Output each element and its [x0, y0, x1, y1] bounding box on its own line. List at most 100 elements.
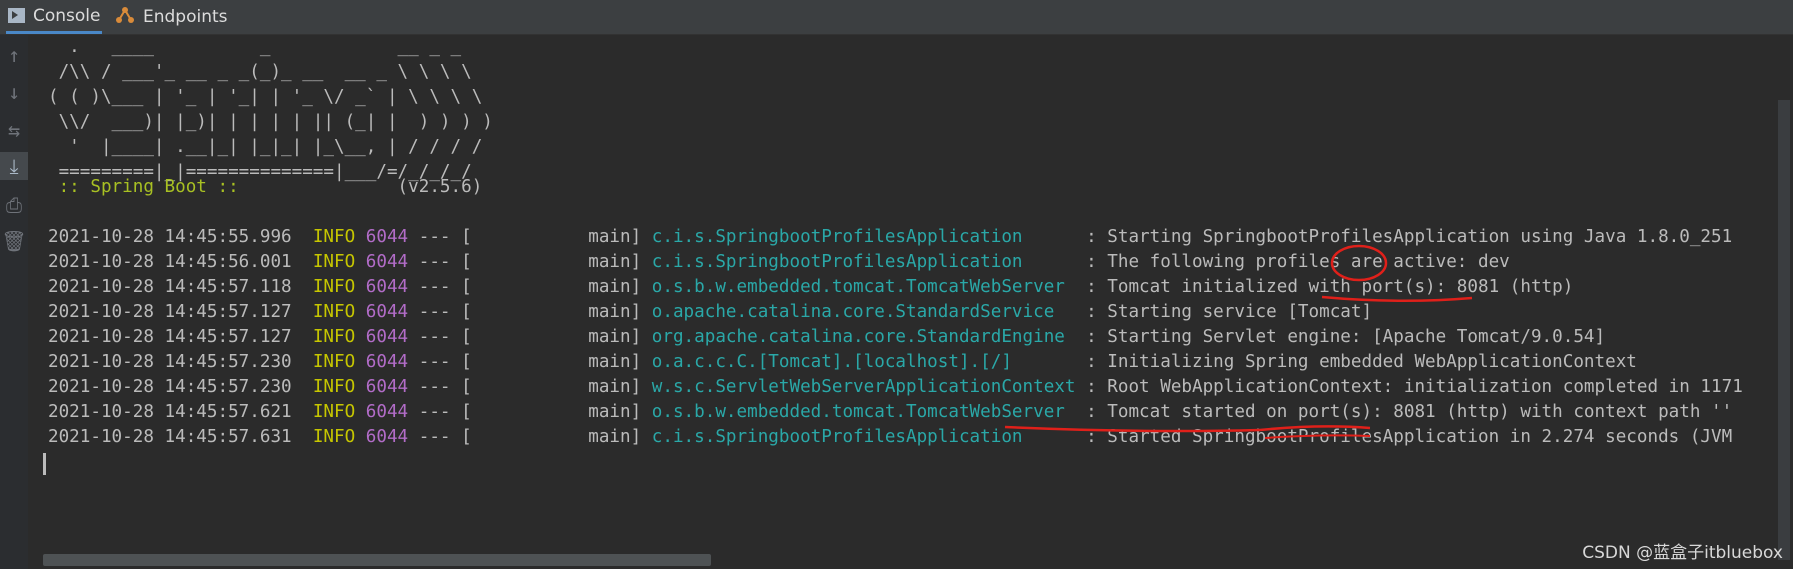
banner-line: . ____ _ __ _ _ [48, 37, 462, 57]
banner-line: \\/ ___)| |_)| | | | | || (_| | ) ) ) ) [48, 112, 493, 132]
log-date: 2021-10-28 14:45:57.230 [48, 352, 292, 372]
log-logger: o.a.c.c.C.[Tomcat].[localhost].[/] [651, 352, 1076, 372]
log-message: : Starting Servlet engine: [Apache Tomca… [1075, 327, 1606, 347]
log-level: INFO [312, 227, 356, 247]
spring-boot-version-line: :: Spring Boot :: (v2.5.6) [48, 175, 483, 200]
log-message: : Starting service [Tomcat] [1075, 302, 1373, 322]
tab-endpoints[interactable]: Endpoints [115, 0, 235, 34]
log-line: 2021-10-28 14:45:55.996 INFO 6044 --- [ … [48, 225, 1732, 250]
log-level: INFO [312, 302, 356, 322]
log-thread: --- [ main] [408, 352, 652, 372]
log-message: : Tomcat initialized with port(s): 8081 … [1075, 277, 1574, 297]
log-message: : The following profiles are active: dev [1075, 252, 1510, 272]
log-message: : Initializing Spring embedded WebApplic… [1075, 352, 1637, 372]
log-pid: 6044 [365, 352, 409, 372]
log-logger: c.i.s.SpringbootProfilesApplication [651, 227, 1076, 247]
log-message: : Tomcat started on port(s): 8081 (http)… [1075, 402, 1733, 422]
console-output[interactable]: . ____ _ __ _ _ /\\ / ___'_ __ _ _(_)_ _… [28, 35, 1793, 569]
log-line: 2021-10-28 14:45:57.230 INFO 6044 --- [ … [48, 375, 1743, 400]
watermark: CSDN @蓝盒子itbluebox [1582, 543, 1783, 563]
log-line: 2021-10-28 14:45:57.230 INFO 6044 --- [ … [48, 350, 1637, 375]
log-level: INFO [312, 352, 356, 372]
arrow-up-icon[interactable]: ↑ [0, 41, 28, 69]
tool-window-tabbar: Console Endpoints [0, 0, 1793, 35]
log-date: 2021-10-28 14:45:57.118 [48, 277, 292, 297]
log-date: 2021-10-28 14:45:57.127 [48, 327, 292, 347]
spring-boot-version: (v2.5.6) [249, 177, 483, 197]
log-pid: 6044 [365, 252, 409, 272]
banner-line: ' |____| .__|_| |_|_| |_\__, | / / / / [48, 137, 483, 157]
log-pid: 6044 [365, 427, 409, 447]
log-level: INFO [312, 377, 356, 397]
log-logger: o.apache.catalina.core.StandardService [651, 302, 1076, 322]
log-logger: w.s.c.ServletWebServerApplicationContext [651, 377, 1076, 397]
log-thread: --- [ main] [408, 402, 652, 422]
soft-wrap-icon[interactable]: ⇆ [0, 116, 28, 144]
log-thread: --- [ main] [408, 377, 652, 397]
log-pid: 6044 [365, 227, 409, 247]
log-message: : Started SpringbootProfilesApplication … [1075, 427, 1733, 447]
log-pid: 6044 [365, 302, 409, 322]
log-thread: --- [ main] [408, 227, 652, 247]
console-icon [8, 8, 25, 23]
log-date: 2021-10-28 14:45:57.631 [48, 427, 292, 447]
log-logger: o.s.b.w.embedded.tomcat.TomcatWebServer [651, 402, 1076, 422]
scroll-to-end-icon[interactable]: ⤓ [0, 152, 28, 180]
log-line: 2021-10-28 14:45:57.118 INFO 6044 --- [ … [48, 275, 1573, 300]
log-level: INFO [312, 402, 356, 422]
log-message: : Root WebApplicationContext: initializa… [1075, 377, 1743, 397]
log-logger: o.s.b.w.embedded.tomcat.TomcatWebServer [651, 277, 1076, 297]
log-thread: --- [ main] [408, 327, 652, 347]
console-toolbar: ↑ ↓ ⇆ ⤓ ⎙ 🗑 [0, 35, 28, 569]
print-icon[interactable]: ⎙ [0, 191, 28, 219]
banner-line: /\\ / ___'_ __ _ _(_)_ __ __ _ \ \ \ \ [48, 62, 472, 82]
log-level: INFO [312, 252, 356, 272]
horizontal-scrollbar[interactable] [43, 554, 711, 566]
arrow-down-icon[interactable]: ↓ [0, 78, 28, 106]
tab-console[interactable]: Console [6, 0, 102, 34]
log-date: 2021-10-28 14:45:56.001 [48, 252, 292, 272]
log-pid: 6044 [365, 402, 409, 422]
log-date: 2021-10-28 14:45:57.621 [48, 402, 292, 422]
log-line: 2021-10-28 14:45:57.127 INFO 6044 --- [ … [48, 325, 1605, 350]
text-caret [43, 453, 46, 475]
log-pid: 6044 [365, 277, 409, 297]
log-date: 2021-10-28 14:45:57.230 [48, 377, 292, 397]
log-logger: c.i.s.SpringbootProfilesApplication [651, 252, 1076, 272]
log-thread: --- [ main] [408, 252, 652, 272]
log-date: 2021-10-28 14:45:57.127 [48, 302, 292, 322]
trash-icon[interactable]: 🗑 [0, 227, 28, 255]
log-line: 2021-10-28 14:45:57.127 INFO 6044 --- [ … [48, 300, 1372, 325]
log-thread: --- [ main] [408, 277, 652, 297]
log-thread: --- [ main] [408, 427, 652, 447]
log-logger: org.apache.catalina.core.StandardEngine [651, 327, 1076, 347]
log-line: 2021-10-28 14:45:57.621 INFO 6044 --- [ … [48, 400, 1732, 425]
log-message: : Starting SpringbootProfilesApplication… [1075, 227, 1733, 247]
log-level: INFO [312, 427, 356, 447]
log-logger: c.i.s.SpringbootProfilesApplication [651, 427, 1076, 447]
vertical-scrollbar[interactable] [1778, 100, 1790, 560]
endpoints-icon [115, 6, 135, 29]
log-line: 2021-10-28 14:45:56.001 INFO 6044 --- [ … [48, 250, 1510, 275]
log-level: INFO [312, 277, 356, 297]
log-level: INFO [312, 327, 356, 347]
log-line: 2021-10-28 14:45:57.631 INFO 6044 --- [ … [48, 425, 1732, 450]
banner-line: ( ( )\___ | '_ | '_| | '_ \/ _` | \ \ \ … [48, 87, 483, 107]
